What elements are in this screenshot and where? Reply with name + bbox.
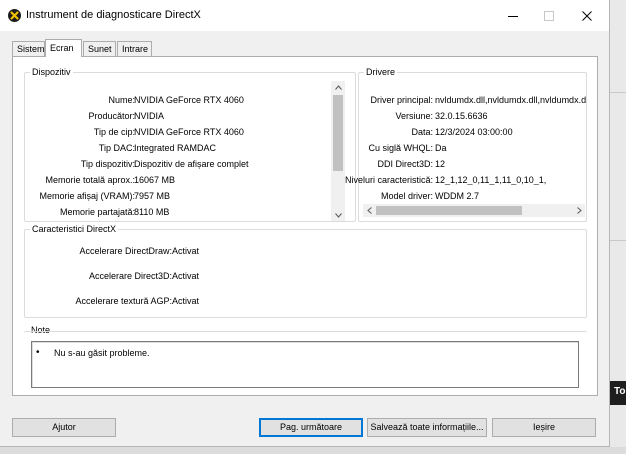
driver-label-date: Data: [411,127,433,137]
device-row: Memorie totală aprox.: [25,175,135,187]
device-value-vram[interactable]: 7957 MB [134,191,170,201]
next-page-button[interactable]: Pag. următoare [259,418,363,437]
maximize-button [530,0,568,31]
feature-row: Accelerare DirectDraw: [25,246,172,258]
driver-value-date[interactable]: 12/3/2024 03:00:00 [435,127,513,137]
minimize-button[interactable] [494,0,532,31]
feature-value-direct3d: Activat [172,271,200,281]
feature-label-directdraw: Accelerare DirectDraw: [79,246,172,256]
window-title: Instrument de diagnosticare DirectX [26,9,201,21]
driver-row: Niveluri caracteristică: [345,175,433,187]
driver-value-model[interactable]: WDDM 2.7 [435,191,479,201]
driver-row: Data: [359,127,433,139]
scroll-thumb[interactable] [333,95,343,171]
device-vertical-scrollbar[interactable] [331,81,345,221]
device-label-dac-type: Tip DAC: [98,143,135,153]
directx-features-legend: Caracteristici DirectX [30,224,119,234]
background-divider [610,240,626,241]
driver-value-whql[interactable]: Da [435,143,447,153]
drivers-horizontal-scrollbar[interactable] [363,204,585,217]
device-row: Memorie partajată: [25,207,135,219]
background-divider [610,92,626,93]
scroll-left-arrow[interactable] [363,204,375,217]
driver-label-ddi: DDI Direct3D: [377,159,433,169]
chevron-up-icon [334,84,342,90]
device-label-shared-memory: Memorie partajată: [59,207,135,217]
device-row: Memorie afișaj (VRAM): [25,191,135,203]
help-button[interactable]: Ajutor [12,418,116,437]
tab-sistem[interactable]: Sistem [12,41,45,56]
maximize-icon [544,10,554,21]
device-row: Tip de cip: [25,127,135,139]
driver-label-feature-levels: Niveluri caracteristică: [344,175,433,185]
minimize-icon [508,15,518,17]
driver-row: Model driver: [359,191,433,203]
device-group: Dispozitiv Nume: NVIDIA GeForce RTX 4060… [24,67,356,222]
device-label-chip-type: Tip de cip: [93,127,135,137]
driver-row: DDI Direct3D: [359,159,433,171]
driver-row: Cu siglă WHQL: [359,143,433,155]
driver-value-ddi[interactable]: 12 [435,159,445,169]
driver-label-version: Versiune: [395,111,433,121]
chevron-left-icon [366,207,372,214]
device-value-total-memory[interactable]: 16067 MB [134,175,175,185]
directx-diagnostic-window: Instrument de diagnosticare DirectX Sist… [0,0,610,447]
exit-button[interactable]: Ieșire [492,418,596,437]
driver-value-feature-levels[interactable]: 12_1,12_0,11_1,11_0,10_1, [435,175,587,185]
device-value-chip-type[interactable]: NVIDIA GeForce RTX 4060 [134,127,244,137]
feature-label-direct3d: Accelerare Direct3D: [88,271,172,281]
tab-ecran[interactable]: Ecran [45,39,82,57]
close-button[interactable] [568,0,606,31]
driver-row: Driver principal: [359,95,433,107]
taskbar-edge [0,447,626,454]
device-row: Producător: [25,111,135,123]
device-label-vram: Memorie afișaj (VRAM): [39,191,135,201]
notes-item-text: Nu s-au găsit probleme. [54,348,150,358]
directx-icon [8,9,21,22]
device-value-name[interactable]: NVIDIA GeForce RTX 4060 [134,95,244,105]
tab-intrare[interactable]: Intrare [117,41,152,56]
driver-value-main[interactable]: nvldumdx.dll,nvldumdx.dll,nvldumdx.d [435,95,587,105]
chevron-down-icon [334,212,342,218]
tab-sunet[interactable]: Sunet [83,41,116,56]
device-value-dac-type[interactable]: Integrated RAMDAC [134,143,216,153]
title-bar[interactable]: Instrument de diagnosticare DirectX [0,0,609,31]
scroll-right-arrow[interactable] [573,204,585,217]
device-row: Tip DAC: [25,143,135,155]
feature-label-agp: Accelerare textură AGP: [75,296,172,306]
device-value-manufacturer[interactable]: NVIDIA [134,111,164,121]
close-icon [582,10,592,21]
device-label-name: Nume: [108,95,135,105]
feature-value-agp: Activat [172,296,200,306]
drivers-group-legend: Drivere [364,67,398,77]
driver-label-whql: Cu siglă WHQL: [368,143,433,153]
notes-textbox[interactable]: • Nu s-au găsit probleme. [31,341,579,388]
chevron-right-icon [576,207,582,214]
device-value-device-type[interactable]: Dispozitiv de afișare complet [134,159,249,169]
device-row: Tip dispozitiv: [25,159,135,171]
device-value-shared-memory[interactable]: 8110 MB [134,207,169,217]
driver-value-version[interactable]: 32.0.15.6636 [435,111,488,121]
device-label-device-type: Tip dispozitiv: [80,159,135,169]
display-tab-panel: Dispozitiv Nume: NVIDIA GeForce RTX 4060… [12,56,598,396]
device-label-total-memory: Memorie totală aprox.: [45,175,135,185]
scroll-down-arrow[interactable] [331,209,345,221]
driver-label-main: Driver principal: [370,95,433,105]
drivers-group: Drivere Driver principal: nvldumdx.dll,n… [345,67,587,222]
directx-features-group: Caracteristici DirectX Accelerare Direct… [24,224,587,318]
bullet-icon: • [36,347,40,358]
driver-label-model: Model driver: [380,191,433,201]
scroll-thumb[interactable] [376,206,522,215]
scroll-up-arrow[interactable] [331,81,345,93]
device-label-manufacturer: Producător: [88,111,135,121]
save-all-info-button[interactable]: Salvează toate informațiile... [367,418,487,437]
device-row: Nume: [25,95,135,107]
device-group-legend: Dispozitiv [30,67,73,77]
background-window-tab[interactable]: To [610,381,626,405]
driver-row: Versiune: [359,111,433,123]
feature-row: Accelerare Direct3D: [25,271,172,283]
feature-row: Accelerare textură AGP: [25,296,172,308]
feature-value-directdraw: Activat [172,246,200,256]
